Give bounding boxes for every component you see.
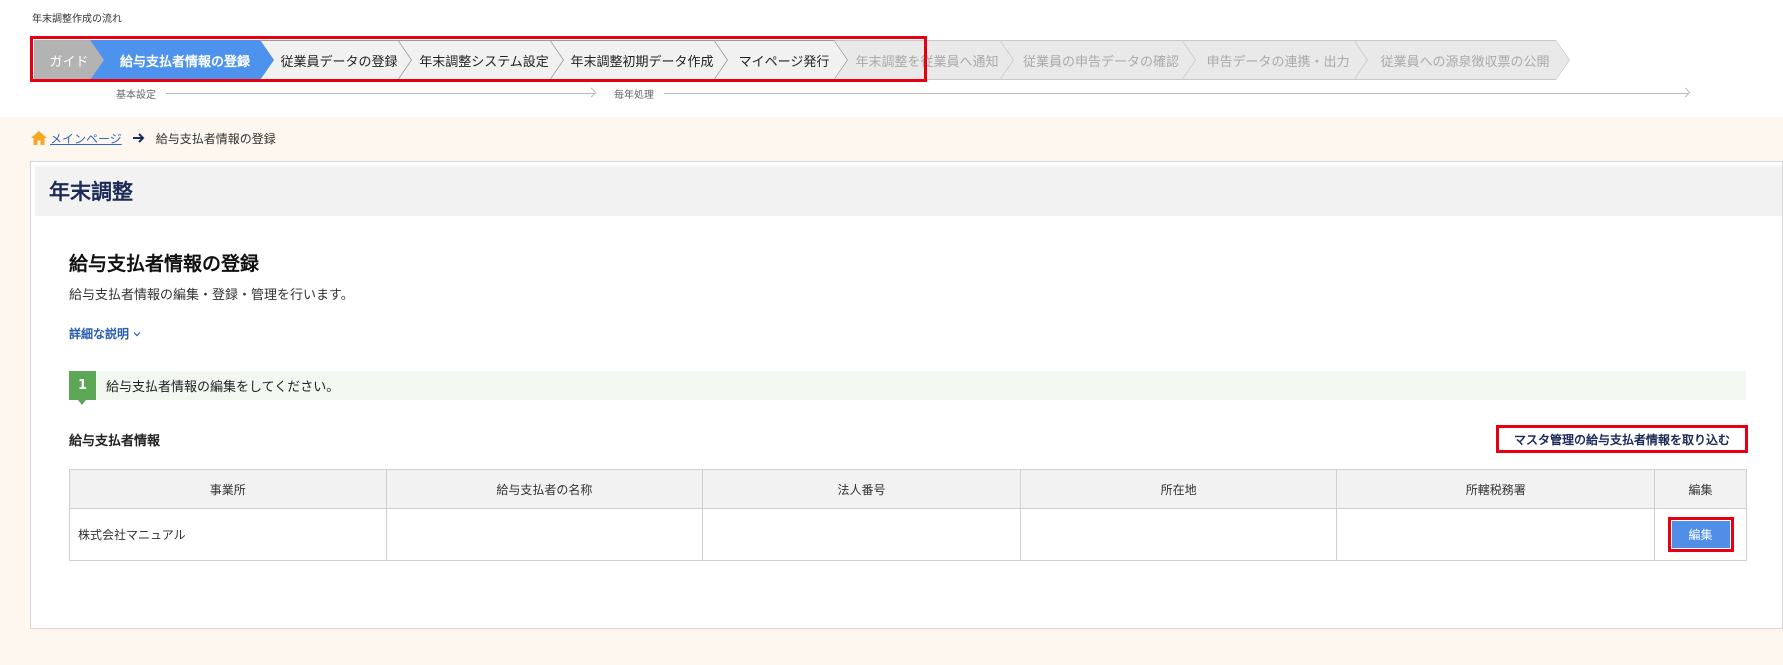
breadcrumb: メインページ 給与支払者情報の登録 xyxy=(30,128,276,148)
payer-table: 事業所 給与支払者の名称 法人番号 所在地 所轄税務署 編集 株式会社マニュアル… xyxy=(69,469,1747,561)
step-label: 年末調整初期データ作成 xyxy=(570,54,714,70)
workflow-header: 年末調整作成の流れ ガイド 給与支払者情報の登録 従業員データの登録 年末調整シ… xyxy=(0,0,1783,117)
column-header-corp-number: 法人番号 xyxy=(702,469,1021,509)
edit-button-highlight: 編集 xyxy=(1667,517,1734,552)
cell-corp-number xyxy=(702,508,1021,561)
breadcrumb-current: 給与支払者情報の登録 xyxy=(155,131,276,146)
arrow-right-icon xyxy=(586,87,597,98)
phase-basic-label: 基本設定 xyxy=(116,90,156,101)
step-notify-employees: 年末調整を従業員へ通知 xyxy=(834,40,1014,80)
cell-tax-office xyxy=(1336,508,1656,561)
step-export-data: 申告データの連携・出力 xyxy=(1182,40,1368,80)
step-initial-data[interactable]: 年末調整初期データ作成 xyxy=(550,40,728,80)
main-panel: 年末調整 給与支払者情報の登録 給与支払者情報の編集・登録・管理を行います。 詳… xyxy=(30,161,1783,629)
phase-yearly-line xyxy=(664,93,1688,94)
workflow-title: 年末調整作成の流れ xyxy=(32,14,122,25)
step-number-badge: 1 xyxy=(69,371,96,405)
phase-yearly-label: 毎年処理 xyxy=(614,90,654,101)
section-title: 給与支払者情報の登録 xyxy=(69,253,260,275)
step-label: 年末調整システム設定 xyxy=(419,54,549,70)
detail-explanation-link[interactable]: 詳細な説明 xyxy=(69,325,141,342)
column-header-tax-office: 所轄税務署 xyxy=(1336,469,1656,509)
step-label: マイページ発行 xyxy=(738,54,830,70)
panel-header: 年末調整 xyxy=(35,166,1782,216)
arrow-right-icon xyxy=(1680,87,1691,98)
step-label: 従業員の申告データの確認 xyxy=(1022,54,1179,70)
step-guide[interactable]: ガイド xyxy=(34,40,104,80)
step-label: 申告データの連携・出力 xyxy=(1206,54,1350,70)
home-icon xyxy=(31,131,47,145)
column-header-office: 事業所 xyxy=(69,469,387,509)
column-header-payer-name: 給与支払者の名称 xyxy=(385,469,704,509)
cell-payer-name xyxy=(385,508,704,561)
detail-link-label: 詳細な説明 xyxy=(69,327,130,341)
section-description: 給与支払者情報の編集・登録・管理を行います。 xyxy=(69,288,354,303)
instruction-banner: 1 給与支払者情報の編集をしてください。 xyxy=(69,371,1746,405)
cell-address xyxy=(1019,508,1338,561)
arrow-right-icon xyxy=(132,133,145,143)
phase-basic-line xyxy=(166,93,594,94)
cell-office: 株式会社マニュアル xyxy=(69,508,387,561)
step-payer-registration[interactable]: 給与支払者情報の登録 xyxy=(90,40,274,80)
step-label: 年末調整を従業員へ通知 xyxy=(855,54,999,70)
step-system-settings[interactable]: 年末調整システム設定 xyxy=(398,40,564,80)
payer-info-label: 給与支払者情報 xyxy=(69,434,161,449)
cell-edit: 編集 xyxy=(1654,508,1747,561)
breadcrumb-home-link[interactable]: メインページ xyxy=(50,130,122,147)
instruction-text: 給与支払者情報の編集をしてください。 xyxy=(106,380,340,395)
column-header-address: 所在地 xyxy=(1019,469,1338,509)
step-label: 給与支払者情報の登録 xyxy=(119,54,250,70)
table-row: 株式会社マニュアル 編集 xyxy=(69,508,1747,561)
page-title: 年末調整 xyxy=(49,180,133,204)
step-label: ガイド xyxy=(49,54,89,70)
column-header-edit: 編集 xyxy=(1654,469,1747,509)
step-check-declarations: 従業員の申告データの確認 xyxy=(1000,40,1196,80)
table-header-row: 事業所 給与支払者の名称 法人番号 所在地 所轄税務署 編集 xyxy=(69,469,1747,509)
chevron-down-icon xyxy=(133,331,141,336)
step-label: 従業員データの登録 xyxy=(280,54,398,70)
step-mypage-issue[interactable]: マイページ発行 xyxy=(714,40,848,80)
step-employee-data[interactable]: 従業員データの登録 xyxy=(260,40,412,80)
step-publish-withholding: 従業員への源泉徴収票の公開 xyxy=(1354,40,1570,80)
edit-button[interactable]: 編集 xyxy=(1671,521,1730,548)
import-master-payer-button[interactable]: マスタ管理の給与支払者情報を取り込む xyxy=(1496,425,1748,453)
step-label: 従業員への源泉徴収票の公開 xyxy=(1380,54,1550,70)
